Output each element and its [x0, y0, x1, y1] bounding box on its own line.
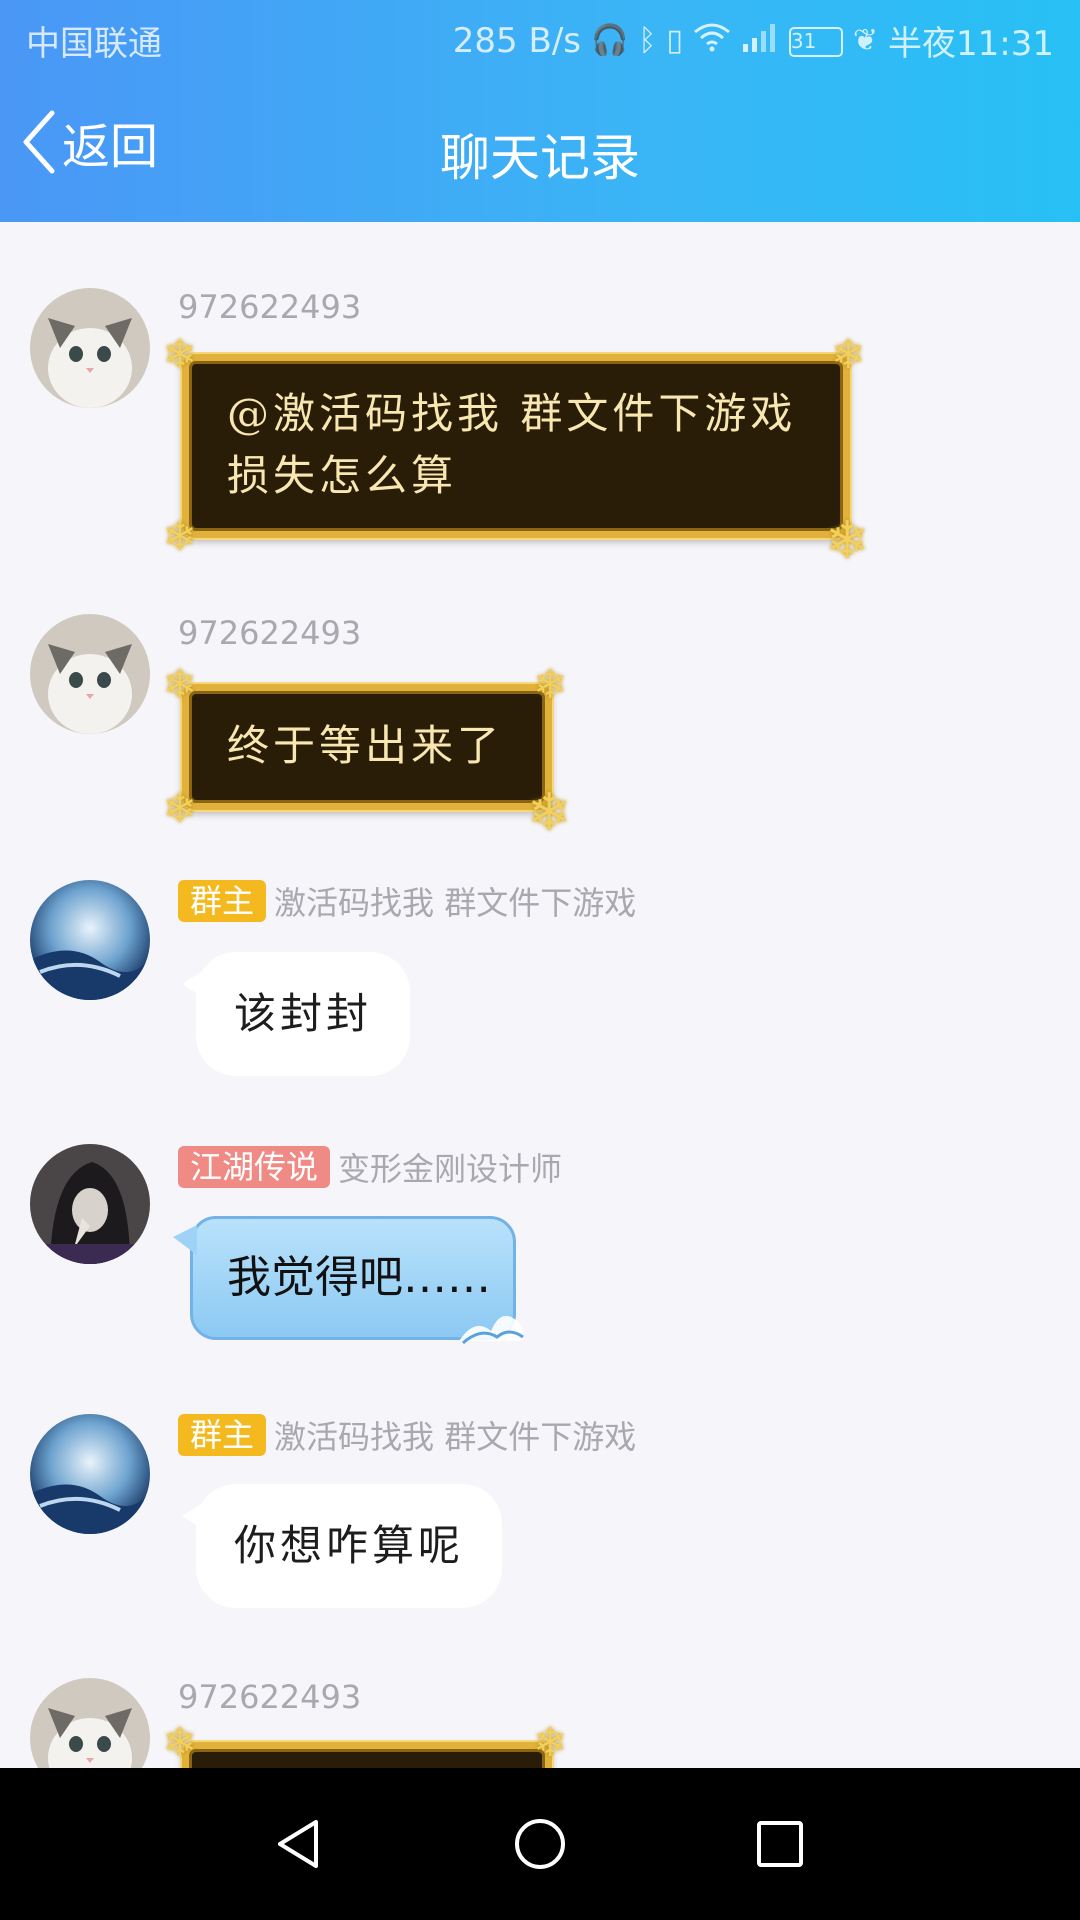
avatar-hooded[interactable]	[30, 1144, 150, 1264]
avatar-cat[interactable]	[30, 288, 150, 408]
nav-bar: 返回 聊天记录	[0, 92, 1080, 202]
message-bubble[interactable]: @激活码找我 群文件下游戏 损失怎么算 ❄ ❄ ❄ ❄	[163, 335, 869, 567]
sender-name: 972622493	[178, 1678, 362, 1716]
snowflake-icon: ❄	[533, 1720, 571, 1766]
sender-name: 972622493	[178, 288, 362, 326]
page-title: 聊天记录	[440, 129, 640, 187]
wifi-icon	[693, 22, 731, 60]
owner-badge: 群主	[178, 1414, 267, 1456]
snowflake-icon: ❄	[163, 786, 201, 832]
avatar-moon[interactable]	[30, 880, 150, 1000]
legend-badge: 江湖传说	[178, 1146, 331, 1188]
snowflake-icon: ❄	[163, 662, 201, 708]
message-text: 我觉得吧……	[227, 1252, 491, 1303]
home-circle-icon[interactable]	[510, 1814, 570, 1874]
message-bubble[interactable]: 终于等出来了 ❄ ❄ ❄ ❄	[163, 665, 571, 839]
message-text-line: @激活码找我 群文件下游戏	[227, 389, 797, 438]
status-bar: 中国联通 285 B/s 🎧 ᛒ ▯ 31 ❦ 半夜11:31	[0, 0, 1080, 75]
recents-square-icon[interactable]	[750, 1814, 810, 1874]
sender-name: 变形金刚设计师	[338, 1150, 563, 1188]
snowflake-icon: ❄	[163, 332, 201, 378]
sender-name: 激活码找我 群文件下游戏	[274, 1418, 637, 1456]
message-bubble[interactable]: 我觉得吧……	[173, 1216, 524, 1345]
signal-icon	[741, 22, 779, 60]
clock: 半夜11:31	[888, 24, 1054, 64]
vibrate-icon: ▯	[666, 23, 683, 58]
message-text: 该封封	[234, 989, 373, 1038]
sender-name: 激活码找我 群文件下游戏	[274, 884, 637, 922]
message-text: 你想咋算呢	[234, 1521, 465, 1570]
avatar-cat[interactable]	[30, 1678, 150, 1768]
network-speed: 285 B/s	[452, 20, 581, 61]
message-text-line: 损失怎么算	[227, 451, 458, 500]
snowflake-icon: ❄	[533, 662, 571, 708]
owner-badge: 群主	[178, 880, 267, 922]
message-bubble[interactable]: ❄ ❄	[163, 1723, 567, 1768]
carrier-label: 中国联通	[26, 24, 162, 64]
avatar-moon[interactable]	[30, 1414, 150, 1534]
snowflake-icon: ❄	[825, 511, 873, 571]
leaf-icon: ❦	[852, 23, 879, 58]
snowflake-icon: ❄	[163, 1720, 201, 1766]
bluetooth-icon: ᛒ	[638, 23, 657, 58]
battery-icon: 31	[788, 26, 843, 57]
headphones-icon: 🎧	[591, 23, 629, 58]
message-text: 终于等出来了	[227, 721, 504, 770]
header: 中国联通 285 B/s 🎧 ᛒ ▯ 31 ❦ 半夜11:31 返回 聊天记录	[0, 0, 1080, 222]
avatar-cat[interactable]	[30, 614, 150, 734]
snowflake-icon: ❄	[527, 783, 575, 843]
message-bubble[interactable]: 该封封	[182, 952, 411, 1076]
chat-list[interactable]: 972622493 @激活码找我 群文件下游戏 损失怎么算 ❄ ❄ ❄ ❄ 97…	[0, 222, 1080, 1768]
back-triangle-icon[interactable]	[270, 1814, 330, 1874]
sender-name: 972622493	[178, 614, 362, 652]
snowflake-icon: ❄	[831, 332, 869, 378]
wave-icon	[459, 1315, 524, 1345]
snowflake-icon: ❄	[163, 514, 201, 560]
system-nav-bar	[0, 1768, 1080, 1920]
message-bubble[interactable]: 你想咋算呢	[182, 1484, 503, 1608]
